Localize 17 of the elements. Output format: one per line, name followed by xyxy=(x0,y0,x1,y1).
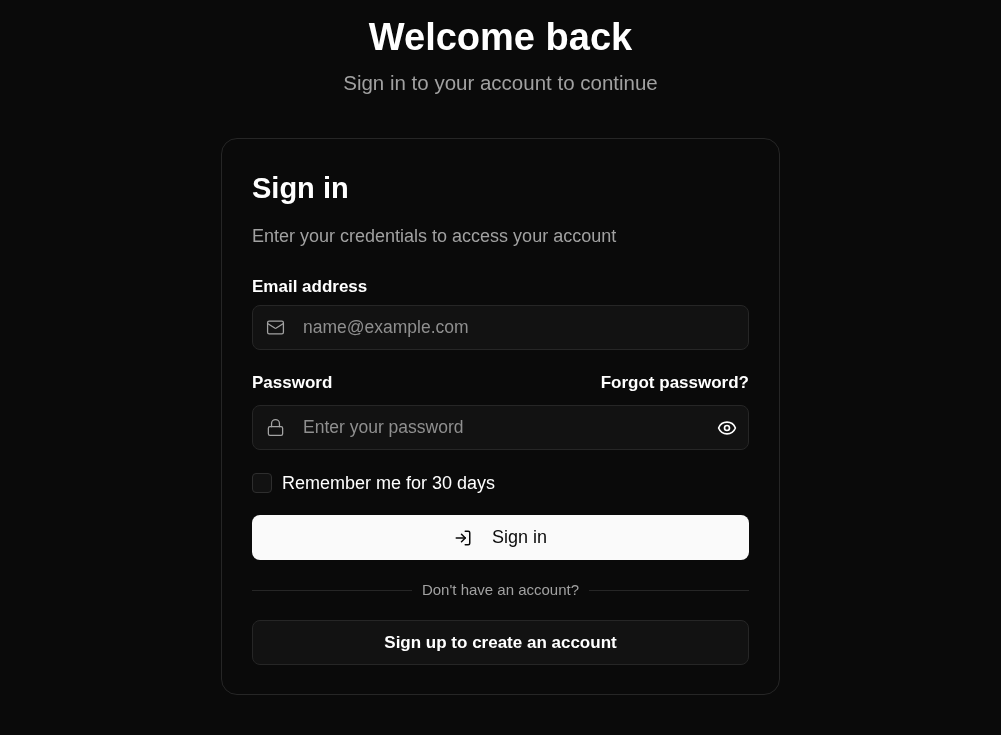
remember-label: Remember me for 30 days xyxy=(282,473,496,493)
card-description: Enter your credentials to access your account xyxy=(252,225,618,248)
page-subtitle: Sign in to your account to continue xyxy=(343,70,658,96)
envelope-icon xyxy=(266,318,285,337)
forgot-password-link[interactable]: Forgot password? xyxy=(600,371,749,395)
page-title: Welcome back xyxy=(368,17,633,57)
card-title: Sign in xyxy=(252,171,350,206)
lock-icon xyxy=(266,418,285,437)
sign-in-button[interactable]: Sign in xyxy=(252,515,749,560)
divider-text: Don't have an account? xyxy=(421,580,580,600)
sign-up-button[interactable]: Sign up to create an account xyxy=(252,620,749,665)
remember-checkbox[interactable] xyxy=(252,473,272,493)
sign-in-arrow-icon xyxy=(453,528,472,547)
field-label: Password xyxy=(252,372,333,394)
password-field[interactable]: Enter your password xyxy=(252,405,749,450)
email-field[interactable]: name@example.com xyxy=(252,305,749,350)
field-label: Email address xyxy=(252,276,368,298)
